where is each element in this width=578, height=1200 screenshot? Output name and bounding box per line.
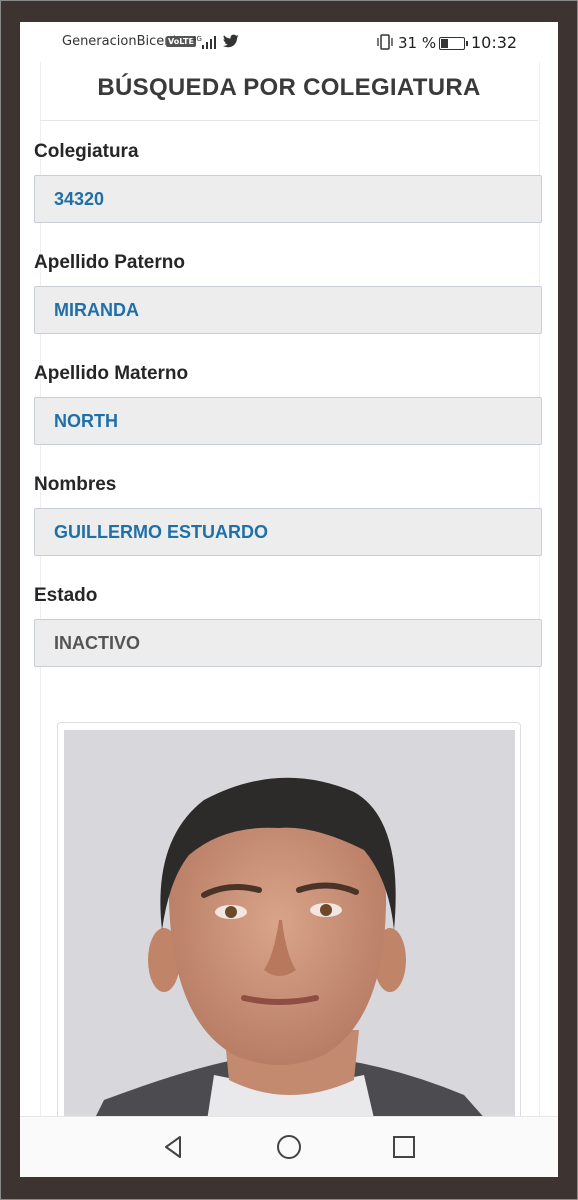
carrier-name: GeneracionBicent: [62, 34, 178, 49]
status-bar: GeneracionBicent VoLTE 4G 31 % 10:32: [20, 22, 558, 62]
apellido-materno-field: NORTH: [34, 397, 542, 445]
colegiatura-field: 34320: [34, 175, 542, 223]
portrait-illustration: [64, 730, 515, 1140]
estado-label: Estado: [34, 585, 98, 606]
home-icon[interactable]: [271, 1129, 307, 1165]
estado-field: INACTIVO: [34, 619, 542, 667]
title-divider: [40, 120, 538, 121]
battery-percent: 31 %: [398, 34, 437, 52]
nombres-field: GUILLERMO ESTUARDO: [34, 508, 542, 556]
battery-fill: [441, 39, 448, 48]
member-photo: [64, 730, 515, 1140]
nombres-label: Nombres: [34, 474, 117, 495]
colegiatura-value: 34320: [54, 189, 105, 209]
twitter-icon: [223, 34, 239, 48]
back-icon[interactable]: [156, 1129, 192, 1165]
signal-icon: 4G: [192, 35, 216, 49]
battery-icon: [439, 37, 468, 50]
page-title: BÚSQUEDA POR COLEGIATURA: [97, 74, 481, 101]
clock: 10:32: [471, 33, 518, 52]
recents-icon[interactable]: [386, 1129, 422, 1165]
colegiatura-label: Colegiatura: [34, 141, 139, 162]
apellido-paterno-field: MIRANDA: [34, 286, 542, 334]
vibrate-icon: [377, 34, 393, 50]
estado-value: INACTIVO: [54, 633, 141, 653]
network-type: 4G: [192, 35, 202, 43]
apellido-materno-label: Apellido Materno: [34, 363, 189, 384]
apellido-paterno-label: Apellido Paterno: [34, 252, 185, 273]
nombres-value: GUILLERMO ESTUARDO: [54, 522, 268, 542]
android-nav-bar: [20, 1116, 558, 1177]
apellido-materno-value: NORTH: [54, 411, 118, 431]
phone-screen: GeneracionBicent VoLTE 4G 31 % 10:32 BÚS…: [20, 22, 558, 1177]
apellido-paterno-value: MIRANDA: [54, 300, 139, 320]
